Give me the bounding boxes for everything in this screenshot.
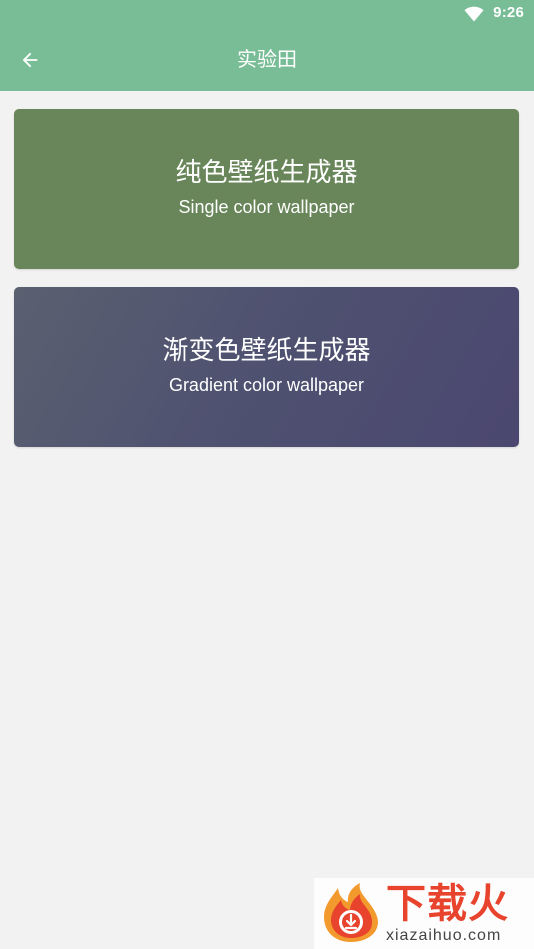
watermark-name: 下载火 <box>386 881 509 927</box>
gradient-color-wallpaper-card[interactable]: 渐变色壁纸生成器 Gradient color wallpaper <box>14 287 519 447</box>
flame-download-logo <box>324 883 378 942</box>
card-title: 渐变色壁纸生成器 <box>162 336 371 366</box>
page-title: 实验田 <box>237 47 297 71</box>
app-bar: 9:26 实验田 <box>0 0 534 91</box>
status-bar: 9:26 <box>0 0 534 28</box>
status-time: 9:26 <box>493 4 524 21</box>
watermark: 下载火 xiazaihuo.com <box>314 878 534 949</box>
card-subtitle: Single color wallpaper <box>178 197 355 217</box>
single-color-wallpaper-card[interactable]: 纯色壁纸生成器 Single color wallpaper <box>14 109 519 269</box>
card-subtitle: Gradient color wallpaper <box>168 375 365 395</box>
wifi-icon <box>464 6 484 22</box>
watermark-domain: xiazaihuo.com <box>386 927 502 944</box>
card-title: 纯色壁纸生成器 <box>175 158 358 188</box>
